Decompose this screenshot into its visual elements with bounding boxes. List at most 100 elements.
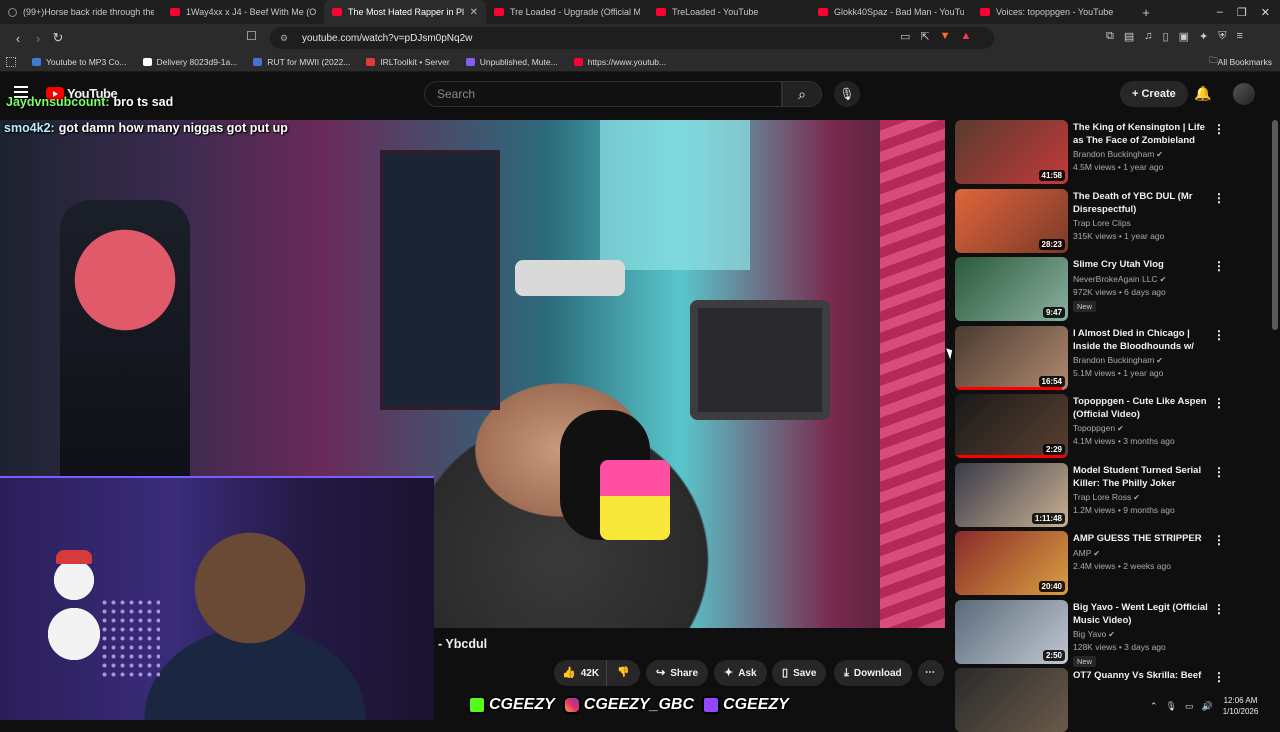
browser-tab[interactable]: Voices: topoppgen - YouTube	[972, 0, 1134, 24]
menu-icon[interactable]: ≡	[1236, 30, 1242, 43]
browser-tab[interactable]: Tre Loaded - Upgrade (Official Music	[486, 0, 648, 24]
search-input[interactable]: Search	[424, 81, 782, 107]
bookmark-item[interactable]: Delivery 8023d9-1a...	[142, 57, 237, 67]
recommended-video[interactable]: 20:40 AMP GUESS THE STRIPPER AMP ✔ 2.4M view…	[955, 531, 1230, 595]
dislike-button[interactable]: 👎	[606, 660, 640, 686]
channel-name[interactable]: Brandon Buckingham ✔	[1073, 355, 1163, 365]
browser-tab[interactable]: The Most Hated Rapper in Pl ✕	[324, 0, 486, 24]
voice-search-button[interactable]: 🎙	[834, 81, 860, 107]
more-vertical-icon[interactable]: ⋮	[1213, 259, 1225, 273]
recommended-video[interactable]: OT7 Quanny Vs Skrilla: Beef ⋮	[955, 668, 1230, 732]
extension-icons: ⧉ ▤ ♫ ▯ ▣ ✦ ⛨ ≡	[1106, 30, 1243, 43]
more-vertical-icon[interactable]: ⋮	[1213, 191, 1225, 205]
share-page-icon[interactable]: ⇱	[920, 30, 929, 43]
back-icon[interactable]: ‹	[8, 31, 28, 46]
close-window-icon[interactable]: ✕	[1261, 6, 1270, 19]
recommended-video[interactable]: 16:54 I Almost Died in Chicago | Inside t…	[955, 325, 1230, 390]
channel-name[interactable]: Trap Lore Clips	[1073, 218, 1131, 228]
video-thumbnail[interactable]: 9:47	[955, 257, 1068, 321]
verified-check-icon: ✔	[1156, 355, 1163, 365]
bookmark-icon[interactable]: ☐	[246, 29, 257, 43]
video-title[interactable]: Slime Cry Utah Vlog	[1073, 258, 1210, 271]
bookmark-item[interactable]: Unpublished, Mute...	[465, 57, 558, 67]
video-title[interactable]: The King of Kensington | Life as The Fac…	[1073, 121, 1210, 147]
like-button[interactable]: 👍 42K	[554, 660, 606, 686]
new-tab-icon[interactable]: +	[1136, 5, 1156, 20]
video-title[interactable]: AMP GUESS THE STRIPPER	[1073, 532, 1210, 545]
close-tab-icon[interactable]: ✕	[470, 7, 478, 18]
search-button[interactable]: ⌕	[782, 81, 822, 107]
video-title[interactable]: Model Student Turned Serial Killer: The …	[1073, 464, 1210, 490]
more-actions-button[interactable]: ⋯	[918, 660, 944, 686]
recommended-video[interactable]: 2:50 Big Yavo - Went Legit (Official Musi…	[955, 599, 1230, 667]
recommended-video[interactable]: 2:29 Topoppgen - Cute Like Aspen (Officia…	[955, 394, 1230, 458]
extension-icon[interactable]: ⧉	[1106, 30, 1114, 43]
reader-icon[interactable]: ▤	[1124, 30, 1134, 43]
all-bookmarks-button[interactable]: 🗀 All Bookmarks	[1209, 55, 1272, 69]
bookmark-item[interactable]: Youtube to MP3 Co...	[32, 57, 127, 67]
save-button[interactable]: ▯ Save	[772, 660, 827, 686]
more-vertical-icon[interactable]: ⋮	[1213, 602, 1225, 616]
recommended-video[interactable]: 41:58 The King of Kensington | Life as Th…	[955, 120, 1230, 184]
video-thumbnail[interactable]	[955, 668, 1068, 732]
page-scrollbar[interactable]	[1272, 120, 1278, 330]
recommended-video[interactable]: 28:23 The Death of YBC DUL (Mr Disrespect…	[955, 188, 1230, 253]
browser-tab[interactable]: 1Way4xx x J4 - Beef With Me (Officia	[162, 0, 324, 24]
more-vertical-icon[interactable]: ⋮	[1213, 122, 1225, 136]
bookmark-item[interactable]: IRLToolkit • Server	[366, 57, 450, 67]
ask-button[interactable]: ✦ Ask	[714, 660, 767, 686]
video-thumbnail[interactable]: 41:58	[955, 120, 1068, 184]
recommended-video[interactable]: 9:47 Slime Cry Utah Vlog NeverBrokeAgain L…	[955, 257, 1230, 321]
browser-tab[interactable]: (99+)Horse back ride through the st	[0, 0, 162, 24]
video-title[interactable]: Topoppgen - Cute Like Aspen (Official Vi…	[1073, 395, 1210, 421]
url-bar[interactable]: ⚙ youtube.com/watch?v=pDJsm0pNq2w	[270, 27, 994, 49]
bookmark-item[interactable]: RUT for MWII (2022...	[253, 57, 350, 67]
video-thumbnail[interactable]: 2:50	[955, 599, 1068, 664]
instagram-text: CGEEZY_GBC	[583, 696, 695, 713]
more-vertical-icon[interactable]: ⋮	[1213, 396, 1225, 410]
leo-icon[interactable]: ✦	[1199, 30, 1208, 43]
reload-icon[interactable]: ↻	[48, 30, 68, 46]
vpn-icon[interactable]: ⛨	[1218, 30, 1226, 43]
share-button[interactable]: ↪ Share	[646, 660, 709, 686]
video-thumbnail[interactable]: 1:11:48	[955, 462, 1068, 527]
video-title[interactable]: Big Yavo - Went Legit (Official Music Vi…	[1073, 601, 1210, 627]
cast-icon[interactable]: ▭	[900, 30, 910, 43]
channel-name[interactable]: Big Yavo ✔	[1073, 629, 1115, 639]
download-button[interactable]: ⤓ Download	[834, 660, 912, 686]
restore-icon[interactable]: ❐	[1237, 6, 1247, 19]
apps-grid-icon[interactable]	[6, 56, 16, 67]
more-vertical-icon[interactable]: ⋮	[1213, 465, 1225, 479]
video-thumbnail[interactable]: 20:40	[955, 531, 1068, 595]
create-button[interactable]: + Create	[1120, 81, 1188, 107]
minimize-icon[interactable]: –	[1217, 6, 1223, 19]
video-title[interactable]: The Death of YBC DUL (Mr Disrespectful)	[1073, 190, 1210, 216]
video-title[interactable]: I Almost Died in Chicago | Inside the Bl…	[1073, 327, 1210, 354]
notifications-bell-icon[interactable]: 🔔	[1194, 85, 1211, 102]
channel-name[interactable]: NeverBrokeAgain LLC ✔	[1073, 274, 1166, 284]
browser-tab[interactable]: TreLoaded - YouTube	[648, 0, 810, 24]
video-title[interactable]: OT7 Quanny Vs Skrilla: Beef	[1073, 669, 1210, 682]
channel-name[interactable]: AMP ✔	[1073, 548, 1100, 558]
channel-name[interactable]: Topoppgen ✔	[1073, 423, 1124, 433]
site-info-icon[interactable]: ⚙	[280, 33, 290, 43]
bookmark-item[interactable]: https://www.youtub...	[573, 57, 666, 67]
browser-tab[interactable]: Glokk40Spaz - Bad Man - YouTube	[810, 0, 972, 24]
brave-shield-icon[interactable]: ▼	[940, 30, 951, 43]
video-thumbnail[interactable]: 2:29	[955, 394, 1068, 458]
music-icon[interactable]: ♫	[1144, 30, 1152, 43]
forward-icon[interactable]: ›	[28, 31, 48, 46]
account-avatar[interactable]	[1233, 83, 1255, 105]
more-vertical-icon[interactable]: ⋮	[1213, 533, 1225, 547]
video-thumbnail[interactable]: 28:23	[955, 188, 1068, 253]
more-vertical-icon[interactable]: ⋮	[1213, 328, 1225, 342]
recommended-video[interactable]: 1:11:48 Model Student Turned Serial Kille…	[955, 462, 1230, 527]
rewards-icon[interactable]: ▲	[961, 30, 972, 43]
more-vertical-icon[interactable]: ⋮	[1213, 670, 1225, 684]
channel-name[interactable]: Brandon Buckingham ✔	[1073, 149, 1163, 159]
channel-name[interactable]: Trap Lore Ross ✔	[1073, 492, 1140, 502]
tab-label: Glokk40Spaz - Bad Man - YouTube	[834, 7, 964, 17]
sidebar-icon[interactable]: ▯	[1163, 30, 1169, 43]
video-thumbnail[interactable]: 16:54	[955, 325, 1068, 390]
wallet-icon[interactable]: ▣	[1179, 30, 1189, 43]
